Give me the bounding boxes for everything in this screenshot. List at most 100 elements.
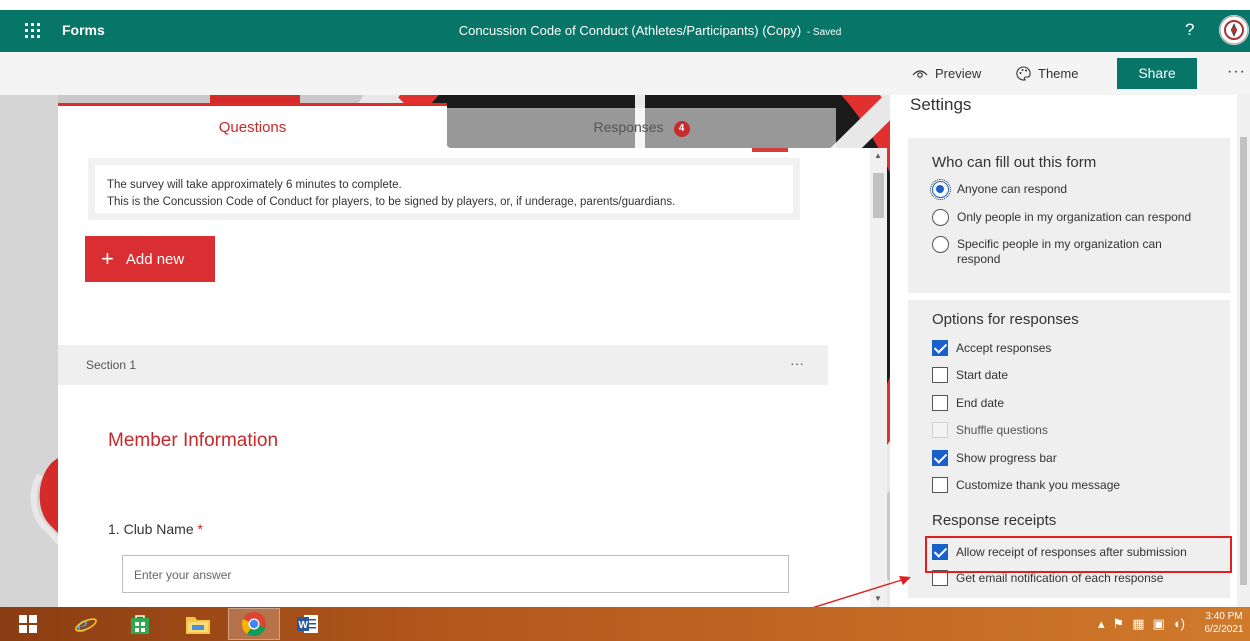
tab-responses[interactable]: Responses 4	[447, 108, 836, 148]
option-label: Shuffle questions	[956, 423, 1048, 437]
help-icon[interactable]: ?	[1185, 20, 1194, 40]
clock-time: 3:40 PM	[1205, 611, 1243, 622]
required-marker: *	[197, 521, 203, 537]
settings-scrollbar[interactable]	[1237, 95, 1250, 607]
theme-accent-strip	[752, 148, 788, 152]
volume-icon[interactable]: ◖)	[1173, 616, 1185, 632]
network-icon[interactable]: ▦	[1132, 616, 1144, 632]
option-anyone-can-respond[interactable]: Anyone can respond	[930, 179, 1068, 200]
form-scroll-thumb[interactable]	[873, 173, 884, 218]
windows-taskbar: e W ▴ ⚑ ▦ ▣ ◖) 3:40 PM 6/2/2021	[0, 607, 1250, 641]
checkbox-icon[interactable]	[932, 367, 948, 383]
question-1-answer-input[interactable]: Enter your answer	[122, 555, 789, 593]
app-header: Forms Concussion Code of Conduct (Athlet…	[0, 10, 1250, 52]
checkbox-disabled-icon	[932, 422, 948, 438]
settings-title: Settings	[910, 95, 972, 114]
option-customize-thank-you[interactable]: Customize thank you message	[932, 477, 1121, 493]
action-center-flag-icon[interactable]: ⚑	[1113, 616, 1125, 632]
tab-questions[interactable]: Questions	[58, 103, 447, 148]
system-tray: ▴ ⚑ ▦ ▣ ◖)	[1098, 616, 1185, 632]
settings-scroll-thumb[interactable]	[1240, 137, 1247, 585]
question-1-number: 1.	[108, 521, 120, 537]
option-accept-responses[interactable]: Accept responses	[932, 340, 1052, 356]
show-hidden-icons-icon[interactable]: ▴	[1098, 616, 1105, 632]
response-receipts-heading: Response receipts	[932, 512, 1057, 529]
app-name[interactable]: Forms	[62, 22, 105, 38]
preview-label: Preview	[935, 66, 982, 81]
option-label: Only people in my organization can respo…	[957, 210, 1192, 224]
response-options-heading: Options for responses	[932, 311, 1079, 328]
question-1-label[interactable]: 1. Club Name *	[108, 521, 203, 537]
app-launcher-icon[interactable]	[22, 19, 46, 43]
option-specific-people[interactable]: Specific people in my organization can r…	[932, 236, 1202, 267]
radio-icon[interactable]	[932, 236, 949, 253]
checkbox-icon[interactable]	[932, 477, 948, 493]
avatar[interactable]	[1219, 15, 1249, 45]
option-end-date[interactable]: End date	[932, 395, 1005, 411]
checkbox-checked-icon[interactable]	[932, 340, 948, 356]
questions-panel: The survey will take approximately 6 min…	[58, 148, 870, 607]
section-label: Section 1	[86, 358, 137, 372]
document-title[interactable]: Concussion Code of Conduct (Athletes/Par…	[360, 23, 940, 38]
chrome-icon[interactable]	[228, 608, 280, 640]
tab-questions-label: Questions	[218, 119, 287, 136]
radio-icon[interactable]	[932, 209, 949, 226]
preview-button[interactable]: Preview	[912, 66, 981, 81]
form-description[interactable]: The survey will take approximately 6 min…	[88, 158, 800, 220]
who-can-fill-card: Who can fill out this form Anyone can re…	[908, 138, 1230, 293]
save-status: - Saved	[806, 27, 842, 38]
plus-icon: +	[101, 246, 114, 271]
option-label: Accept responses	[956, 341, 1052, 355]
option-email-notification[interactable]: Get email notification of each response	[932, 570, 1164, 586]
section-header[interactable]: Section 1 ···	[58, 345, 828, 385]
option-start-date[interactable]: Start date	[932, 367, 1009, 383]
scroll-up-icon[interactable]: ▲	[874, 151, 882, 160]
annotation-highlight-box	[925, 536, 1232, 573]
radio-selected-icon[interactable]	[930, 179, 951, 200]
form-toolbar: Preview Theme Share ···	[0, 52, 1250, 95]
svg-text:W: W	[299, 620, 309, 631]
checkbox-checked-icon[interactable]	[932, 450, 948, 466]
eye-icon	[912, 69, 928, 78]
theme-button[interactable]: Theme	[1016, 66, 1078, 81]
tab-responses-label: Responses	[593, 119, 664, 135]
taskbar-clock[interactable]: 3:40 PM 6/2/2021	[1198, 610, 1250, 636]
section-title[interactable]: Member Information	[108, 430, 278, 452]
add-new-button[interactable]: + Add new	[85, 236, 215, 282]
option-label: End date	[956, 396, 1005, 410]
question-1-text: Club Name	[123, 521, 194, 537]
option-show-progress-bar[interactable]: Show progress bar	[932, 450, 1057, 466]
store-icon[interactable]	[120, 608, 160, 640]
description-line-1: The survey will take approximately 6 min…	[107, 179, 402, 191]
internet-explorer-icon[interactable]: e	[66, 608, 106, 640]
form-scrollbar[interactable]: ▲ ▼	[870, 148, 887, 607]
option-label: Get email notification of each response	[956, 571, 1164, 585]
settings-pane: Settings Who can fill out this form Anyo…	[890, 95, 1250, 607]
theme-label: Theme	[1038, 66, 1079, 81]
option-shuffle-questions: Shuffle questions	[932, 422, 1048, 438]
form-tabs: Questions Responses 4	[58, 103, 836, 148]
file-explorer-icon[interactable]	[176, 608, 220, 640]
description-line-2: This is the Concussion Code of Conduct f…	[107, 196, 676, 208]
section-more-icon[interactable]: ···	[790, 355, 804, 371]
option-label: Show progress bar	[956, 451, 1057, 465]
scroll-down-icon[interactable]: ▼	[874, 594, 882, 603]
display-icon[interactable]: ▣	[1152, 616, 1164, 632]
clock-date: 6/2/2021	[1204, 624, 1244, 635]
checkbox-icon[interactable]	[932, 395, 948, 411]
option-label: Anyone can respond	[957, 182, 1068, 196]
document-title-text: Concussion Code of Conduct (Athletes/Par…	[458, 23, 802, 38]
share-button[interactable]: Share	[1117, 58, 1197, 89]
who-can-fill-heading: Who can fill out this form	[932, 154, 1097, 171]
more-options-icon[interactable]: ···	[1227, 63, 1246, 81]
palette-icon	[1016, 66, 1031, 81]
word-icon[interactable]: W	[286, 608, 330, 640]
form-canvas: Questions Responses 4 The survey will tak…	[0, 95, 890, 607]
top-margin	[0, 0, 1250, 10]
responses-count-badge: 4	[673, 121, 690, 137]
windows-start-icon[interactable]	[12, 608, 44, 640]
option-label: Start date	[956, 368, 1009, 382]
option-organization-only[interactable]: Only people in my organization can respo…	[932, 209, 1192, 226]
add-new-label: Add new	[125, 250, 185, 268]
option-label: Customize thank you message	[956, 478, 1121, 492]
